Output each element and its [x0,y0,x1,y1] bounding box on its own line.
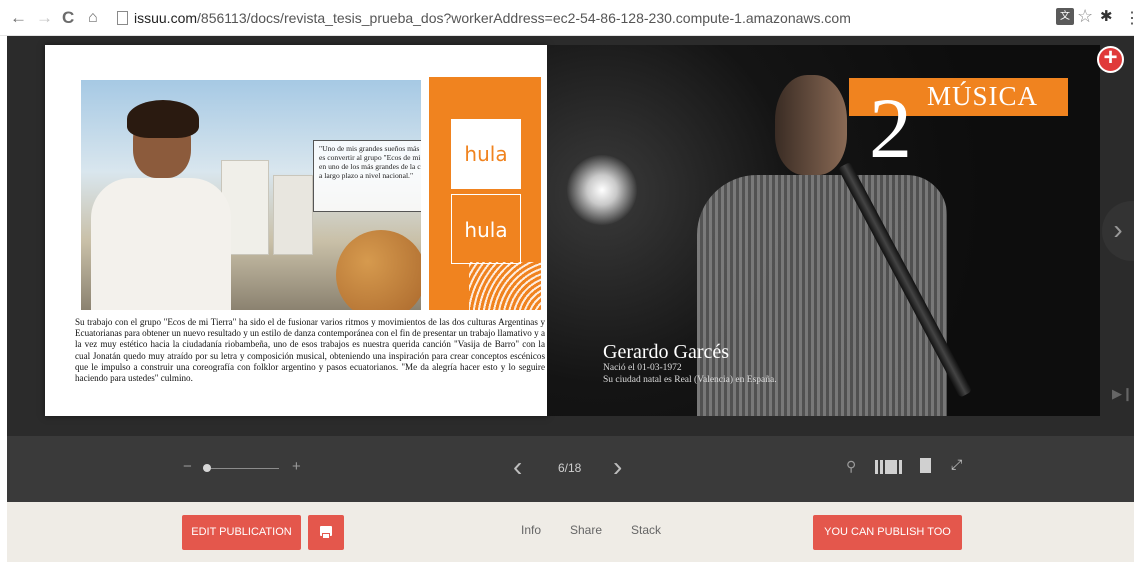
zoom-out-button[interactable]: − [183,458,192,475]
section-title: MÚSICA [927,81,1039,111]
single-page-icon[interactable] [920,458,931,473]
article-body: Su trabajo con el grupo "Ecos de mi Tier… [75,317,545,384]
reader-controls: − + ‹ 6/18 › ⚲ ⤢ [7,436,1134,502]
dancer-figure [91,100,231,310]
menu-icon[interactable]: ⋮ [1124,8,1134,28]
musician-city: Su ciudad natal es Real (Valencia) en Es… [603,375,777,385]
next-page-icon[interactable]: › [613,452,622,482]
share-link[interactable]: Share [570,523,602,537]
url-host: issuu.com [134,10,198,26]
clay-pot [336,230,421,310]
musician-name: Gerardo Garcés [603,341,730,363]
spotlight [567,155,637,225]
home-icon[interactable]: ⌂ [88,8,98,28]
page-indicator: 6/18 [558,461,582,475]
zoom-slider[interactable] [203,468,279,469]
translate-icon[interactable]: 文 [1056,8,1074,25]
thumbnails-icon[interactable] [875,460,905,474]
building [273,175,313,255]
url-path: /856113/docs/revista_tesis_prueba_dos?wo… [197,10,851,26]
publish-button[interactable]: YOU CAN PUBLISH TOO [813,515,962,550]
print-button[interactable] [308,515,344,550]
forward-icon[interactable]: → [36,8,53,28]
fullscreen-icon[interactable]: ⤢ [951,456,962,473]
add-to-stack-button[interactable]: + [1097,46,1124,73]
browser-toolbar: ← → C ⌂ issuu.com/856113/docs/revista_te… [0,0,1134,36]
wave-pattern [469,262,541,310]
hula-logo: hula [451,119,521,189]
reload-icon[interactable]: C [62,8,74,28]
footer-bar: EDIT PUBLICATION Info Share Stack YOU CA… [7,502,1134,562]
search-icon[interactable]: ⚲ [846,458,856,475]
brand-panel: hula hula [429,77,541,310]
musician-born: Nació el 01-03-1972 [603,363,682,373]
previous-page-icon[interactable]: ‹ [513,452,522,482]
edit-publication-button[interactable]: EDIT PUBLICATION [182,515,301,550]
page-icon [117,11,128,25]
back-icon[interactable]: ← [10,8,27,28]
last-page-icon[interactable]: ▶❙ [1112,386,1133,402]
star-icon[interactable]: ☆ [1077,6,1093,27]
info-link[interactable]: Info [521,523,541,537]
extension-icon[interactable]: ✱ [1100,7,1113,25]
address-bar[interactable]: issuu.com/856113/docs/revista_tesis_prue… [134,10,851,26]
zoom-in-button[interactable]: + [292,458,301,475]
quote-box: "Uno de mis grandes sueños más grandes e… [313,140,421,212]
dancer-photo: "Uno de mis grandes sueños más grandes e… [81,80,421,310]
left-page[interactable]: "Uno de mis grandes sueños más grandes e… [45,45,547,416]
stack-link[interactable]: Stack [631,523,661,537]
hula-logo-outline: hula [451,194,521,264]
right-page[interactable]: 2 MÚSICA Gerardo Garcés Nació el 01-03-1… [547,45,1100,416]
zoom-slider-handle[interactable] [202,464,211,472]
section-number: 2 [869,80,912,176]
